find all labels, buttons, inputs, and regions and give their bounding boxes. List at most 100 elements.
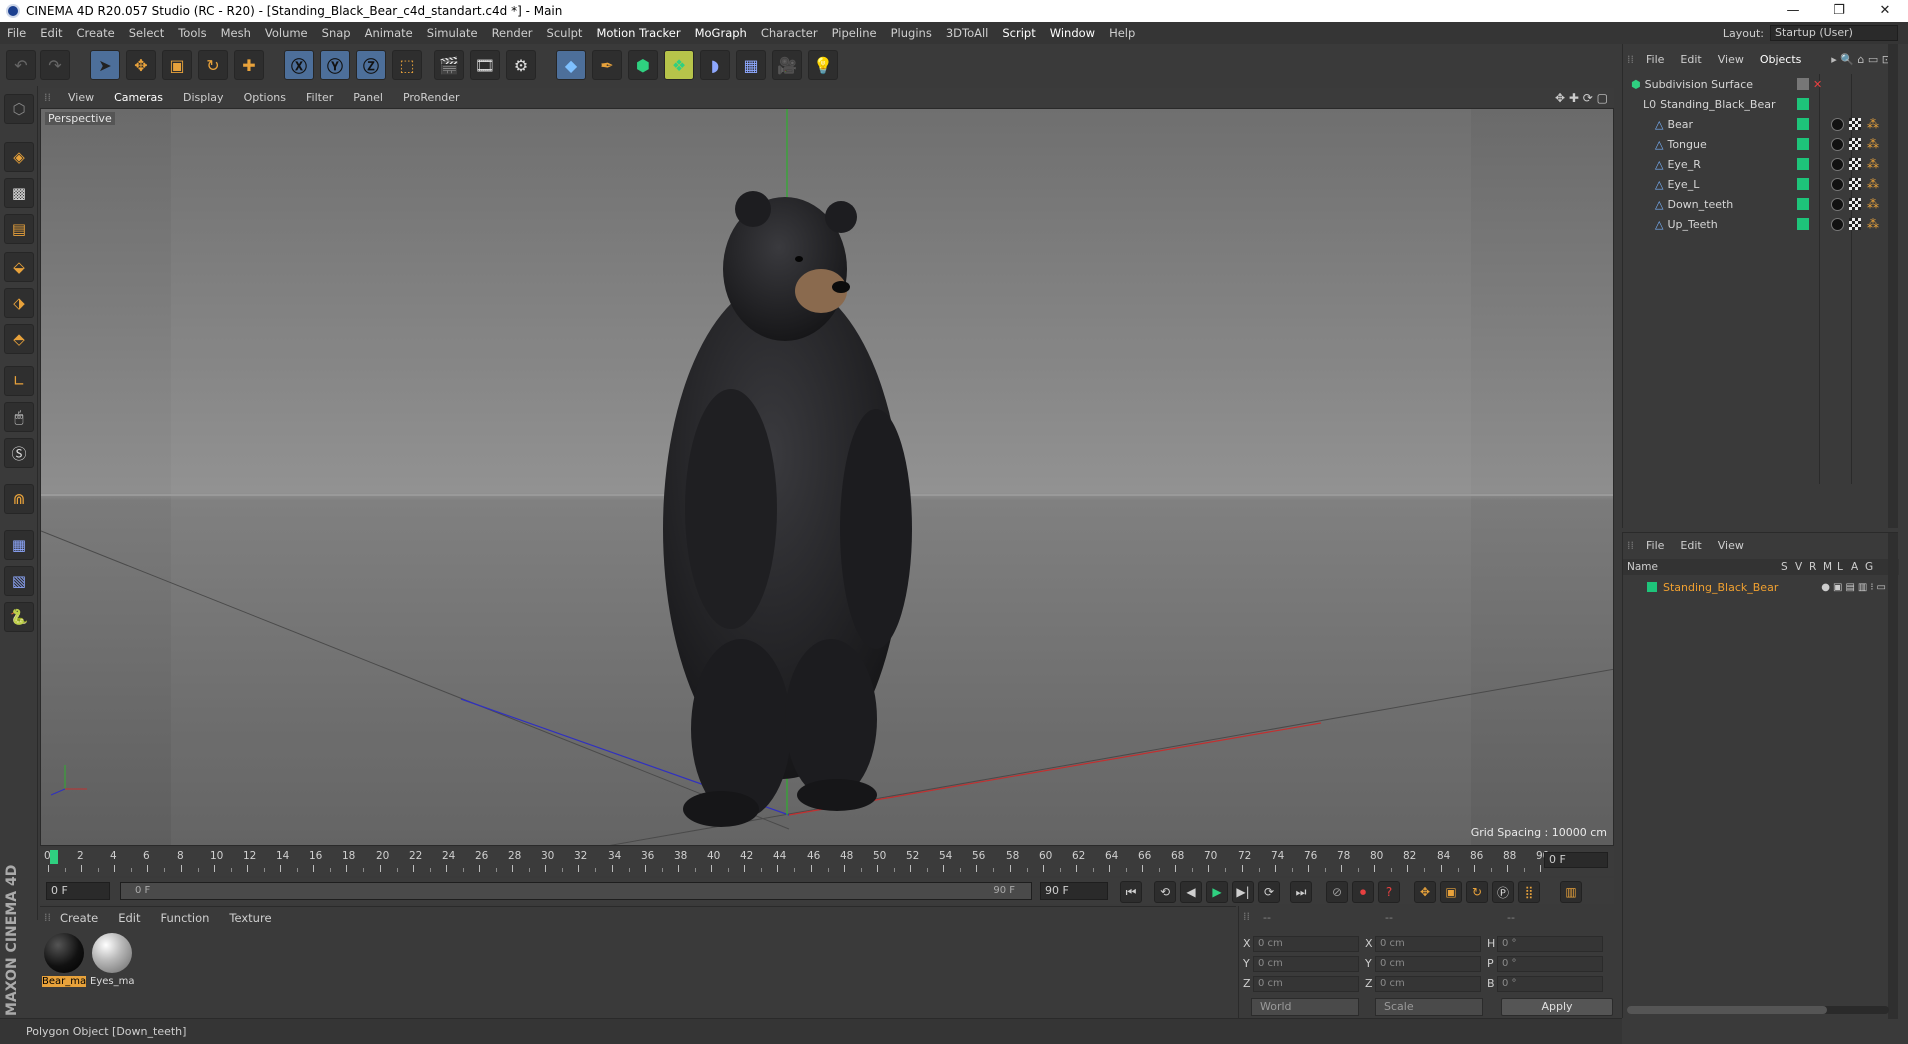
menu-3dtoall[interactable]: 3DToAll — [939, 26, 996, 40]
rotate-tool-button[interactable]: ↻ — [198, 50, 228, 80]
pos-z-field[interactable]: 0 cm — [1253, 976, 1359, 992]
prev-frame-button[interactable]: ◀ — [1180, 881, 1202, 903]
visibility-dot[interactable] — [1797, 218, 1809, 230]
workplane-mode-button[interactable]: ▤ — [4, 214, 34, 244]
menu-tools[interactable]: Tools — [171, 26, 213, 40]
cube-object-button[interactable]: ◆ — [556, 50, 586, 80]
uvw-tag-icon[interactable] — [1849, 118, 1861, 130]
material-tag-icon[interactable] — [1831, 117, 1844, 131]
layers-menu-view[interactable]: View — [1710, 539, 1752, 552]
menu-animate[interactable]: Animate — [358, 26, 420, 40]
object-row[interactable]: △ Down_teeth ⁂ — [1627, 194, 1897, 214]
next-key-button[interactable]: ⟳ — [1258, 881, 1280, 903]
material-tag-icon[interactable] — [1831, 137, 1844, 151]
objects-menu-objects[interactable]: Objects — [1752, 53, 1810, 66]
layers-menu-edit[interactable]: Edit — [1672, 539, 1709, 552]
object-row[interactable]: △ Tongue ⁂ — [1627, 134, 1897, 154]
coordinate-mode-dropdown[interactable]: World — [1251, 998, 1359, 1016]
move-tool-button[interactable]: ✥ — [126, 50, 156, 80]
viewport-menu-options[interactable]: Options — [234, 91, 296, 104]
z-axis-lock-button[interactable]: Ⓩ — [356, 50, 386, 80]
scale-mode-dropdown[interactable]: Scale — [1375, 998, 1483, 1016]
object-row[interactable]: △ Eye_L ⁂ — [1627, 174, 1897, 194]
goto-start-button[interactable]: ⏮ — [1120, 881, 1142, 903]
viewport-menu-panel[interactable]: Panel — [343, 91, 393, 104]
object-row[interactable]: ⬢ Subdivision Surface ✕ — [1627, 74, 1897, 94]
uvw-tag-icon[interactable] — [1849, 218, 1861, 230]
render-settings-button[interactable]: ⚙ — [506, 50, 536, 80]
key-parameter-button[interactable]: Ⓟ — [1492, 881, 1514, 903]
autokey-button[interactable]: ? — [1378, 881, 1400, 903]
uvw-tag-icon[interactable] — [1849, 198, 1861, 210]
material-tag-icon[interactable] — [1831, 177, 1844, 191]
live-select-button[interactable]: ➤ — [90, 50, 120, 80]
texture-mode-button[interactable]: ▩ — [4, 178, 34, 208]
menu-window[interactable]: Window — [1043, 26, 1102, 40]
coordinate-system-button[interactable]: ⬚ — [392, 50, 422, 80]
record-mode-button[interactable]: ⊘ — [1326, 881, 1348, 903]
visibility-dot[interactable] — [1797, 98, 1809, 110]
menu-help[interactable]: Help — [1102, 26, 1142, 40]
material-menu-edit[interactable]: Edit — [118, 911, 152, 925]
rot-h-field[interactable]: 0 ° — [1497, 936, 1603, 952]
selection-tag-icon[interactable]: ⁂ — [1867, 158, 1879, 170]
selection-tag-icon[interactable]: ⁂ — [1867, 118, 1879, 130]
menu-edit[interactable]: Edit — [33, 26, 69, 40]
material-tag-icon[interactable] — [1831, 157, 1844, 171]
key-scale-button[interactable]: ▣ — [1440, 881, 1462, 903]
next-frame-button[interactable]: ▶| — [1232, 881, 1254, 903]
rot-b-field[interactable]: 0 ° — [1497, 976, 1603, 992]
viewport-menu-view[interactable]: View — [58, 91, 104, 104]
menu-select[interactable]: Select — [122, 26, 171, 40]
camera-button[interactable]: 🎥 — [772, 50, 802, 80]
material-menu-texture[interactable]: Texture — [229, 911, 283, 925]
visibility-dot[interactable] — [1797, 138, 1809, 150]
layers-horizontal-scrollbar[interactable] — [1627, 1006, 1889, 1014]
uvw-tag-icon[interactable] — [1849, 178, 1861, 190]
3d-viewport[interactable]: Perspective Grid Spacing : 10000 cm — [40, 108, 1614, 846]
timeline-window-button[interactable]: ▥ — [1560, 881, 1582, 903]
menu-render[interactable]: Render — [485, 26, 540, 40]
material-menu-create[interactable]: Create — [60, 911, 110, 925]
floor-button[interactable]: ▦ — [736, 50, 766, 80]
uvw-tag-icon[interactable] — [1849, 158, 1861, 170]
python-button[interactable]: 🐍 — [4, 602, 34, 632]
menu-motion-tracker[interactable]: Motion Tracker — [589, 26, 687, 40]
pen-spline-button[interactable]: ✒ — [592, 50, 622, 80]
menu-script[interactable]: Script — [995, 26, 1042, 40]
redo-button[interactable]: ↷ — [40, 50, 70, 80]
scale-tool-button[interactable]: ▣ — [162, 50, 192, 80]
record-button[interactable]: ⏺ — [1352, 881, 1374, 903]
make-editable-button[interactable]: ⬡ — [4, 94, 34, 124]
close-button[interactable]: ✕ — [1862, 0, 1908, 22]
subdivision-surface-button[interactable]: ⬢ — [628, 50, 658, 80]
key-rotation-button[interactable]: ↻ — [1466, 881, 1488, 903]
render-view-button[interactable]: 🎬 — [434, 50, 464, 80]
visibility-dot[interactable] — [1797, 158, 1809, 170]
polygons-mode-button[interactable]: ⬘ — [4, 324, 34, 354]
menu-mesh[interactable]: Mesh — [214, 26, 258, 40]
edges-mode-button[interactable]: ⬗ — [4, 288, 34, 318]
apply-button[interactable]: Apply — [1501, 998, 1613, 1016]
viewport-menu-prorender[interactable]: ProRender — [393, 91, 470, 104]
layout-select[interactable]: Startup (User) — [1770, 25, 1898, 41]
viewport-menu-cameras[interactable]: Cameras — [104, 91, 173, 104]
viewport-menu-display[interactable]: Display — [173, 91, 234, 104]
material-menu-function[interactable]: Function — [161, 911, 222, 925]
uvw-tag-icon[interactable] — [1849, 138, 1861, 150]
start-frame-field[interactable]: 0 F — [46, 882, 110, 900]
minimize-button[interactable]: — — [1770, 0, 1816, 22]
timeline-ruler[interactable]: 0 2 4 6 8 10 12 14 16 18 20 22 24 26 28 30 32 34 36 38 40 42 4… — [40, 848, 1614, 876]
menu-volume[interactable]: Volume — [258, 26, 315, 40]
material-tag-icon[interactable] — [1831, 197, 1844, 211]
size-x-field[interactable]: 0 cm — [1375, 936, 1481, 952]
selection-tag-icon[interactable]: ⁂ — [1867, 138, 1879, 150]
object-row[interactable]: △ Bear ⁂ — [1627, 114, 1897, 134]
objects-menu-file[interactable]: File — [1638, 53, 1672, 66]
selection-tag-icon[interactable]: ⁂ — [1867, 218, 1879, 230]
menu-simulate[interactable]: Simulate — [420, 26, 485, 40]
layer-row[interactable]: Standing_Black_Bear ●▣▤▥⁝▭ — [1627, 579, 1889, 595]
menu-snap[interactable]: Snap — [315, 26, 358, 40]
size-z-field[interactable]: 0 cm — [1375, 976, 1481, 992]
objects-menu-view[interactable]: View — [1710, 53, 1752, 66]
